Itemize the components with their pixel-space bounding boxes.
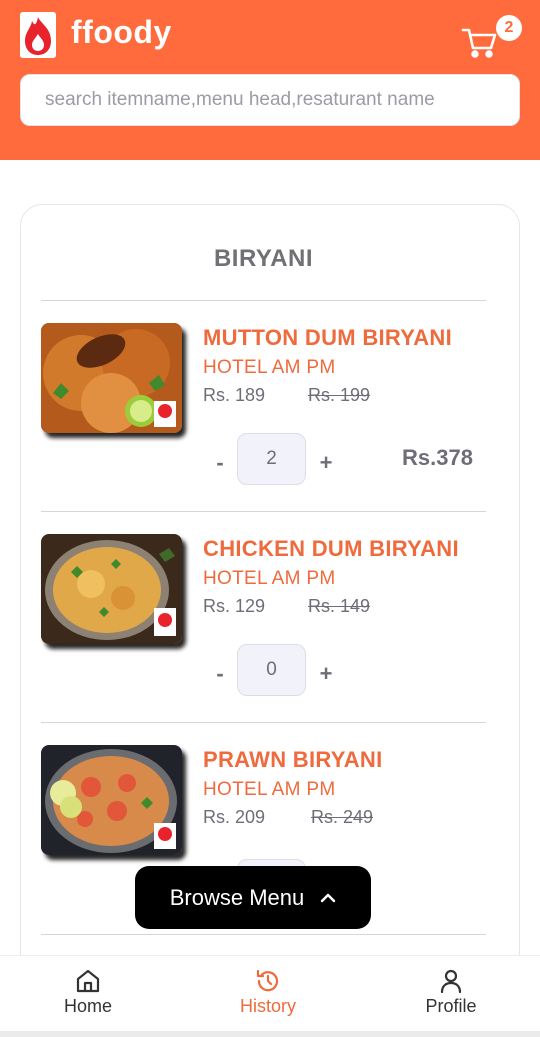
flame-logo-icon[interactable] [20,12,56,58]
item-hotel: HOTEL AM PM [203,357,336,378]
item-line-total: Rs.378 [402,445,473,470]
food-image[interactable] [41,745,182,855]
app-header: ffoody 2 [0,0,540,160]
decrease-quantity-button[interactable]: - [205,648,235,700]
food-image[interactable] [41,534,182,644]
item-name[interactable]: MUTTON DUM BIRYANI [203,325,452,351]
nav-history-label: History [239,996,296,1016]
home-icon [76,969,100,993]
system-nav-strip [0,1031,540,1037]
item-hotel: HOTEL AM PM [203,568,336,589]
menu-item: MUTTON DUM BIRYANI HOTEL AM PM Rs. 189 R… [21,301,519,512]
item-original-price: Rs. 199 [308,385,371,405]
item-price: Rs. 209 [203,807,266,827]
item-hotel: HOTEL AM PM [203,779,336,800]
cart-icon[interactable] [460,24,498,60]
increase-quantity-button[interactable]: + [311,648,341,700]
brand-name: ffoody [71,14,172,50]
quantity-field[interactable]: 2 [237,433,306,485]
nav-profile-label: Profile [425,996,477,1016]
nav-profile[interactable]: Profile [391,956,511,1032]
section-title: BIRYANI [213,245,314,272]
quantity-field[interactable]: 0 [237,644,306,696]
profile-icon [440,969,462,994]
item-original-price: Rs. 149 [308,596,371,616]
nav-home-label: Home [63,996,112,1016]
nav-home[interactable]: Home [28,956,148,1032]
item-price: Rs. 189 [203,385,266,405]
search-input[interactable] [20,74,520,126]
item-price: Rs. 129 [203,596,266,616]
item-name[interactable]: PRAWN BIRYANI [203,747,383,773]
increase-quantity-button[interactable]: + [311,437,341,489]
cart-count-badge: 2 [496,15,522,41]
bottom-navigation: Home History Profile [0,955,540,1031]
item-original-price: Rs. 249 [311,807,374,827]
history-icon [256,969,279,992]
browse-menu-label: Browse Menu [169,884,305,910]
decrease-quantity-button[interactable]: - [205,437,235,489]
browse-menu-button[interactable]: Browse Menu [135,866,371,929]
item-name[interactable]: CHICKEN DUM BIRYANI [203,536,459,562]
food-image[interactable] [41,323,182,433]
menu-item: CHICKEN DUM BIRYANI HOTEL AM PM Rs. 129 … [21,512,519,723]
divider [41,934,486,935]
nav-history[interactable]: History [208,956,328,1032]
chevron-up-icon [321,893,336,902]
